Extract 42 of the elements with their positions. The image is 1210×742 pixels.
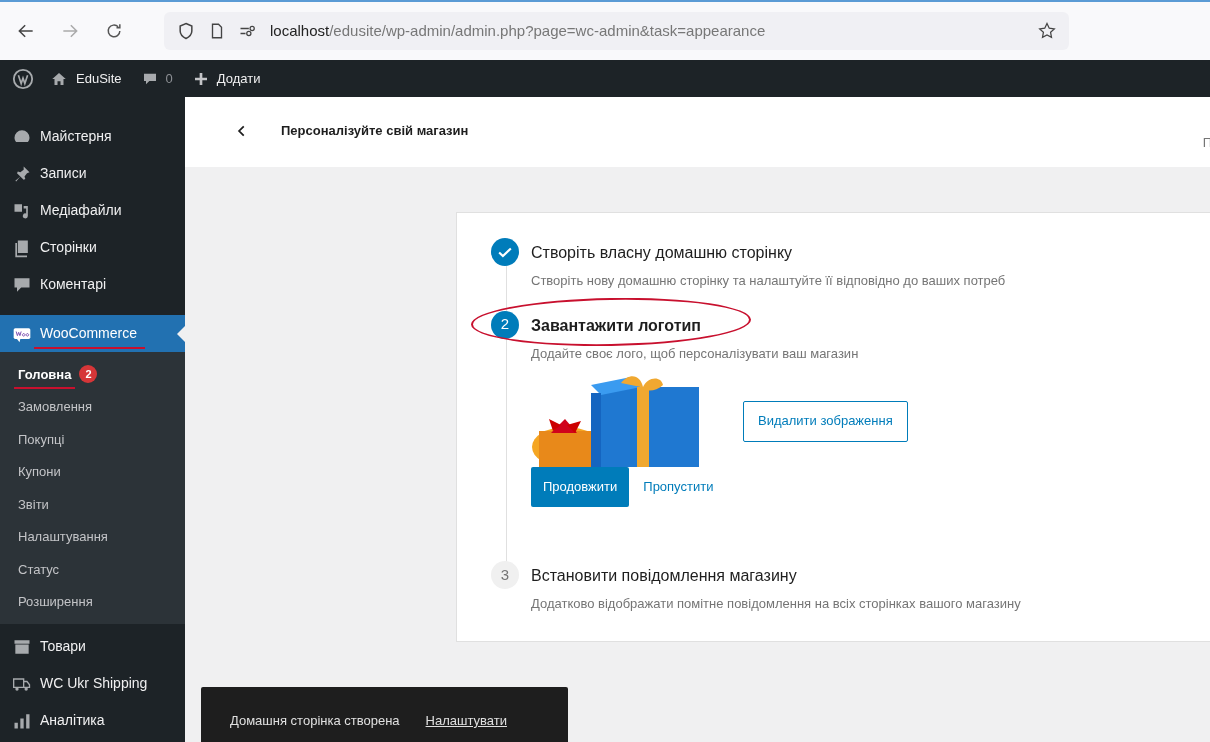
sidebar-menu-item[interactable]: Коментарі [0,266,185,303]
step-description: Додатково відображати помітне повідомлення на всіх сторінках вашого магазину [531,595,1021,613]
sidebar-menu-item[interactable]: Товари [0,628,185,665]
remove-image-button[interactable]: Видалити зображення [743,400,908,442]
continue-button[interactable]: Продовжити [531,467,630,507]
submenu-item[interactable]: Замовлення [0,390,185,423]
submenu-item[interactable]: Налаштування [0,520,185,553]
url-text: localhost/edusite/wp-admin/admin.php?page=wc-admin&task=appearance [270,20,766,41]
address-bar[interactable]: localhost/edusite/wp-admin/admin.php?page=wc-admin&task=appearance [164,12,1069,50]
skip-link[interactable]: Пропустити [635,467,722,507]
submenu-item[interactable]: Статус [0,553,185,586]
step-description: Створіть нову домашню сторінку та налаштуйте її відповідно до ваших потреб [531,272,1006,290]
add-new-link[interactable]: Додати [192,68,261,89]
step-number: 2 [491,310,519,339]
step-title: Завантажити логотип [531,315,703,336]
step-number: 3 [491,561,519,589]
snackbar-message: Домашня сторінка створена [230,712,400,730]
submenu-item[interactable]: Купони [0,455,185,488]
current-menu-pointer [177,326,185,342]
sidebar-menu-item[interactable]: Сторінки [0,229,185,266]
step-title: Встановити повідомлення магазину [531,566,798,586]
submenu-item[interactable]: Розширення [0,585,185,618]
sidebar-menu-item[interactable]: WC Ukr Shipping [0,665,185,702]
sidebar-menu-item[interactable]: Записи [0,155,185,192]
shield-icon [176,21,196,41]
submenu-item[interactable]: Покупці [0,423,185,456]
customize-link[interactable]: Налаштувати [425,711,507,731]
submenu-item[interactable]: Головна 2 [0,358,185,391]
sidebar-menu-item[interactable]: Медіафайли [0,192,185,229]
plus-icon [192,70,209,87]
count-badge: 2 [79,365,98,384]
comments-link[interactable]: 0 [141,68,173,89]
wordpress-logo-icon[interactable] [12,67,34,90]
sidebar-menu-item[interactable]: Аналітика [0,702,185,739]
step-title: Створіть власну домашню сторінку [531,243,794,263]
page-title: Персоналізуйте свій магазин [281,122,469,140]
sidebar-menu-item[interactable]: Майстерня [0,118,185,155]
site-link[interactable]: EduSite [50,68,122,89]
star-icon[interactable] [1037,21,1057,41]
sidebar-menu-item[interactable]: WooCommerce [0,315,185,352]
submenu-item[interactable]: Звіти [0,488,185,521]
step-description: Додайте своє лого, щоб персоналізувати ваш магазин [531,344,860,363]
